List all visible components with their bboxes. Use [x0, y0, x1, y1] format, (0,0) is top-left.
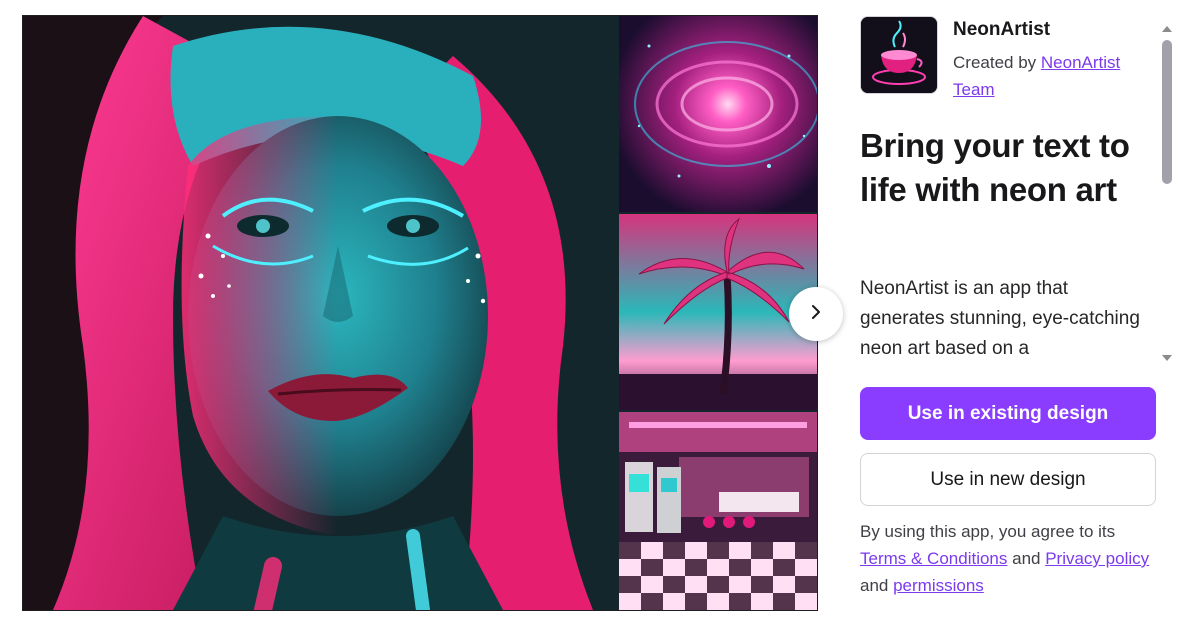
scrollbar-thumb[interactable] — [1162, 40, 1172, 184]
terms-prefix: By using this app, you agree to its — [860, 522, 1116, 541]
thumbnail-palm-tree[interactable] — [619, 214, 817, 410]
terms-conditions-link[interactable]: Terms & Conditions — [860, 549, 1007, 568]
scroll-up-arrow-icon[interactable] — [1161, 20, 1173, 38]
creator-prefix: Created by — [953, 53, 1041, 72]
app-icon — [860, 16, 938, 94]
thumbnail-galaxy[interactable] — [619, 16, 817, 212]
app-headline: Bring your text to life with neon art — [860, 127, 1130, 208]
privacy-policy-link[interactable]: Privacy policy — [1045, 549, 1149, 568]
use-in-existing-design-button[interactable]: Use in existing design — [860, 387, 1156, 440]
thumbnail-arcade-diner[interactable] — [619, 412, 817, 610]
image-gallery — [22, 15, 818, 611]
use-in-new-design-button[interactable]: Use in new design — [860, 453, 1156, 506]
chevron-right-icon — [808, 304, 824, 325]
app-description: NeonArtist is an app that generates stun… — [860, 278, 1140, 359]
terms-and-1: and — [1007, 549, 1046, 568]
next-image-button[interactable] — [789, 287, 843, 341]
app-name: NeonArtist — [953, 19, 1051, 40]
scroll-down-arrow-icon[interactable] — [1161, 349, 1173, 367]
app-details-panel: NeonArtist Created by NeonArtist Team Br… — [860, 16, 1158, 376]
creator-line: Created by NeonArtist Team — [953, 49, 1153, 103]
main-preview-image — [23, 16, 617, 610]
permissions-link[interactable]: permissions — [893, 576, 984, 595]
terms-notice: By using this app, you agree to its Term… — [860, 518, 1160, 599]
terms-and-2: and — [860, 576, 894, 595]
